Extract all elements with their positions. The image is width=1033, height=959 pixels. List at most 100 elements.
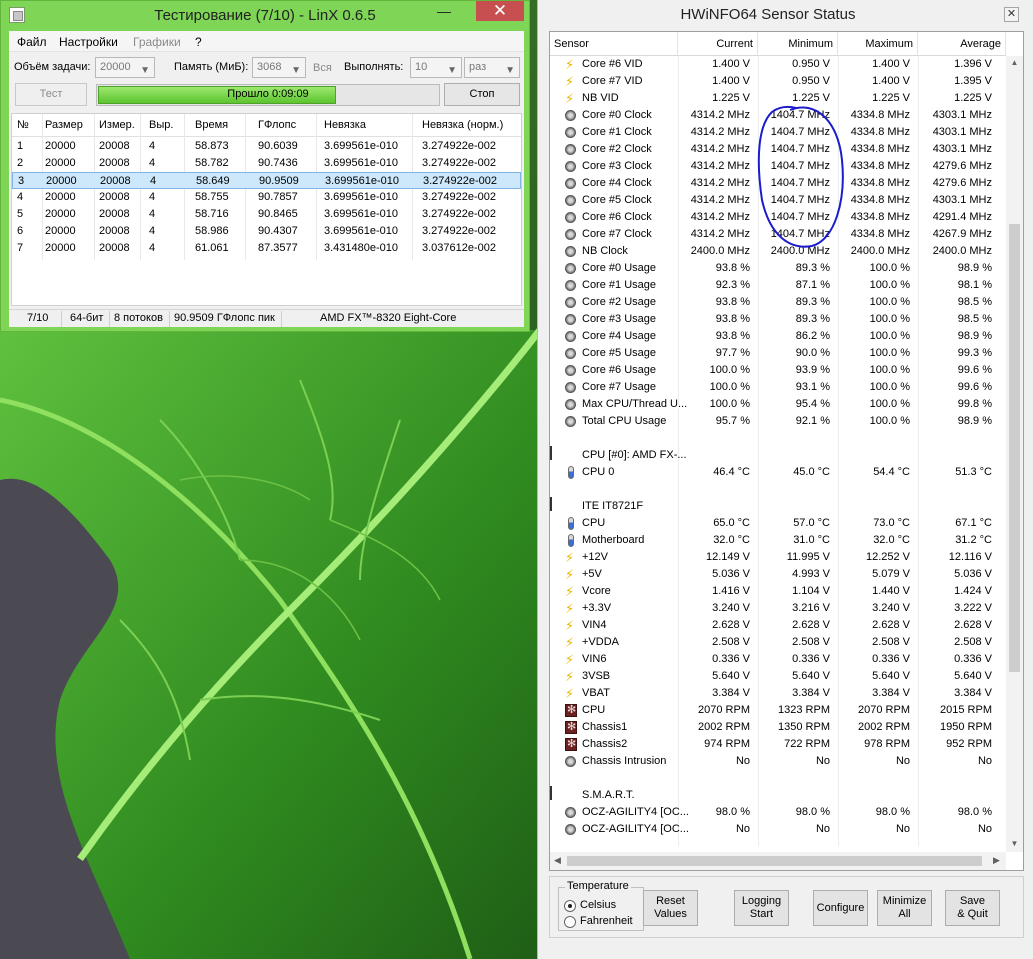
value-average: 2015 RPM xyxy=(940,704,992,716)
sensor-row[interactable]: Core #5 Usage 97.7 % 90.0 % 100.0 % 99.3 % xyxy=(550,345,1006,362)
table-row[interactable]: 3 20000 20008 4 58.649 90.9509 3.699561e-010 3.… xyxy=(12,172,521,189)
close-button[interactable]: ✕ xyxy=(476,1,524,21)
sensor-row[interactable]: CPU 0 46.4 °C 45.0 °C 54.4 °C 51.3 °C xyxy=(550,464,1006,481)
sensor-row[interactable]: Chassis1 2002 RPM 1350 RPM 2002 RPM 1950 RPM xyxy=(550,719,1006,736)
sensor-row[interactable]: Core #3 Usage 93.8 % 89.3 % 100.0 % 98.5 % xyxy=(550,311,1006,328)
scroll-down-icon[interactable]: ▼ xyxy=(1006,839,1023,848)
reset-values-button[interactable]: Reset Values xyxy=(643,890,698,926)
column-header[interactable]: Время xyxy=(195,119,228,131)
configure-button[interactable]: Configure xyxy=(813,890,868,926)
scroll-left-icon[interactable]: ◀ xyxy=(554,855,561,866)
sensor-row[interactable]: ⚡ +5V 5.036 V 4.993 V 5.079 V 5.036 V xyxy=(550,566,1006,583)
sensor-row[interactable]: Core #4 Clock 4314.2 MHz 1404.7 MHz 4334.8 … xyxy=(550,175,1006,192)
column-header[interactable]: ГФлопс xyxy=(258,119,296,131)
fahrenheit-label[interactable]: Fahrenheit xyxy=(580,915,633,927)
column-header[interactable]: Maximum xyxy=(838,32,918,56)
column-header[interactable]: Невязка (норм.) xyxy=(422,119,503,131)
celsius-radio[interactable] xyxy=(564,900,576,912)
task-size-select[interactable]: 20000 ▼ xyxy=(95,57,155,78)
menu-settings[interactable]: Настройки xyxy=(59,35,118,49)
sensor-row[interactable]: Max CPU/Thread U... 100.0 % 95.4 % 100.0 % 9… xyxy=(550,396,1006,413)
column-header[interactable]: Average xyxy=(918,32,1006,56)
table-row[interactable]: 1 20000 20008 4 58.873 90.6039 3.699561e-010 3.… xyxy=(12,138,521,155)
value-maximum: 2.508 V xyxy=(872,636,910,648)
run-unit-select[interactable]: раз ▼ xyxy=(464,57,520,78)
sensor-row[interactable]: ⚡ +12V 12.149 V 11.995 V 12.252 V 12.116 V xyxy=(550,549,1006,566)
column-header[interactable]: Измер. xyxy=(99,119,135,131)
sensor-row[interactable]: ⚡ +3.3V 3.240 V 3.216 V 3.240 V 3.222 V xyxy=(550,600,1006,617)
celsius-label[interactable]: Celsius xyxy=(580,899,616,911)
column-header[interactable]: Minimum xyxy=(758,32,838,56)
chevron-down-icon: ▼ xyxy=(291,65,301,76)
sensor-row[interactable]: ⚡ Core #6 VID 1.400 V 0.950 V 1.400 V 1.396 V xyxy=(550,56,1006,73)
logging-start-button[interactable]: Logging Start xyxy=(734,890,789,926)
sensor-row[interactable]: Motherboard 32.0 °C 31.0 °C 32.0 °C 31.2 °C xyxy=(550,532,1006,549)
scrollbar-thumb[interactable] xyxy=(1009,224,1020,672)
sensor-row[interactable]: Core #4 Usage 93.8 % 86.2 % 100.0 % 98.9 % xyxy=(550,328,1006,345)
value-current: 93.8 % xyxy=(715,296,750,308)
sensor-row[interactable]: Core #1 Clock 4314.2 MHz 1404.7 MHz 4334.8 … xyxy=(550,124,1006,141)
sensor-row[interactable]: Total CPU Usage 95.7 % 92.1 % 100.0 % 98.9 % xyxy=(550,413,1006,430)
sensor-row[interactable]: ⚡ Core #7 VID 1.400 V 0.950 V 1.400 V 1.395 V xyxy=(550,73,1006,90)
minimize-button[interactable]: — xyxy=(431,1,457,21)
sensor-row[interactable]: ⚡ +VDDA 2.508 V 2.508 V 2.508 V 2.508 V xyxy=(550,634,1006,651)
test-button[interactable]: Тест xyxy=(15,83,87,106)
column-header[interactable]: Current xyxy=(678,32,758,56)
close-button[interactable]: ✕ xyxy=(1004,7,1019,22)
menu-graphs[interactable]: Графики xyxy=(133,35,181,49)
all-memory-option[interactable]: Вся xyxy=(313,62,332,74)
sensor-group-row[interactable]: CPU [#0]: AMD FX-... xyxy=(550,446,1006,464)
column-header[interactable]: Невязка xyxy=(324,119,366,131)
sensor-row[interactable]: ⚡ 3VSB 5.640 V 5.640 V 5.640 V 5.640 V xyxy=(550,668,1006,685)
column-header[interactable]: Выр. xyxy=(149,119,173,131)
sensor-row[interactable]: Core #0 Usage 93.8 % 89.3 % 100.0 % 98.9 % xyxy=(550,260,1006,277)
table-row[interactable]: 6 20000 20008 4 58.986 90.4307 3.699561e-010 3.… xyxy=(12,223,521,240)
sensor-row[interactable]: Core #7 Clock 4314.2 MHz 1404.7 MHz 4334.8 … xyxy=(550,226,1006,243)
menu-file[interactable]: Файл xyxy=(17,35,47,49)
value-average: 98.9 % xyxy=(957,415,992,427)
sensor-group-row[interactable]: ITE IT8721F xyxy=(550,497,1006,515)
sensor-row[interactable]: Core #6 Usage 100.0 % 93.9 % 100.0 % 99.6 % xyxy=(550,362,1006,379)
sensor-row[interactable]: OCZ-AGILITY4 [OC... 98.0 % 98.0 % 98.0 % 98.… xyxy=(550,804,1006,821)
sensor-row[interactable]: ⚡ NB VID 1.225 V 1.225 V 1.225 V 1.225 V xyxy=(550,90,1006,107)
minimize-all-button[interactable]: Minimize All xyxy=(877,890,932,926)
sensor-row[interactable]: NB Clock 2400.0 MHz 2400.0 MHz 2400.0 MHz 24… xyxy=(550,243,1006,260)
sensor-row[interactable]: Core #2 Usage 93.8 % 89.3 % 100.0 % 98.5 % xyxy=(550,294,1006,311)
scroll-right-icon[interactable]: ▶ xyxy=(993,855,1000,866)
fahrenheit-radio[interactable] xyxy=(564,916,576,928)
table-row[interactable]: 5 20000 20008 4 58.716 90.8465 3.699561e-010 3.… xyxy=(12,206,521,223)
menu-help[interactable]: ? xyxy=(195,35,202,49)
sensor-row[interactable]: Core #6 Clock 4314.2 MHz 1404.7 MHz 4334.8 … xyxy=(550,209,1006,226)
sensor-row[interactable]: ⚡ Vcore 1.416 V 1.104 V 1.440 V 1.424 V xyxy=(550,583,1006,600)
vertical-scrollbar[interactable]: ▲ ▼ xyxy=(1006,56,1023,852)
scrollbar-thumb[interactable] xyxy=(567,856,982,866)
column-header[interactable]: Sensor xyxy=(550,32,678,56)
memory-select[interactable]: 3068 ▼ xyxy=(252,57,306,78)
sensor-row[interactable]: Core #7 Usage 100.0 % 93.1 % 100.0 % 99.6 % xyxy=(550,379,1006,396)
column-header[interactable]: Размер xyxy=(45,119,83,131)
sensor-row[interactable]: Core #2 Clock 4314.2 MHz 1404.7 MHz 4334.8 … xyxy=(550,141,1006,158)
scroll-up-icon[interactable]: ▲ xyxy=(1006,58,1023,67)
sensor-row[interactable]: ⚡ VBAT 3.384 V 3.384 V 3.384 V 3.384 V xyxy=(550,685,1006,702)
sensor-row[interactable]: OCZ-AGILITY4 [OC... No No No No xyxy=(550,821,1006,838)
sensor-row[interactable]: Core #0 Clock 4314.2 MHz 1404.7 MHz 4334.8 … xyxy=(550,107,1006,124)
column-header[interactable]: № xyxy=(17,119,29,131)
sensor-row[interactable]: Core #3 Clock 4314.2 MHz 1404.7 MHz 4334.8 … xyxy=(550,158,1006,175)
sensor-row[interactable]: CPU 2070 RPM 1323 RPM 2070 RPM 2015 RPM xyxy=(550,702,1006,719)
table-row[interactable]: 4 20000 20008 4 58.755 90.7857 3.699561e-010 3.… xyxy=(12,189,521,206)
sensor-row[interactable]: ⚡ VIN4 2.628 V 2.628 V 2.628 V 2.628 V xyxy=(550,617,1006,634)
stop-button[interactable]: Стоп xyxy=(444,83,520,106)
linx-titlebar[interactable]: Тестирование (7/10) - LinX 0.6.5 — ✕ xyxy=(1,1,529,31)
sensor-row[interactable]: Chassis Intrusion No No No No xyxy=(550,753,1006,770)
sensor-group-row[interactable]: S.M.A.R.T. xyxy=(550,786,1006,804)
table-row[interactable]: 2 20000 20008 4 58.782 90.7436 3.699561e-010 3.… xyxy=(12,155,521,172)
sensor-row[interactable]: Chassis2 974 RPM 722 RPM 978 RPM 952 RPM xyxy=(550,736,1006,753)
table-row[interactable]: 7 20000 20008 4 61.061 87.3577 3.431480e-010 3.… xyxy=(12,240,521,257)
sensor-row[interactable]: Core #5 Clock 4314.2 MHz 1404.7 MHz 4334.8 … xyxy=(550,192,1006,209)
sensor-row[interactable]: Core #1 Usage 92.3 % 87.1 % 100.0 % 98.1 % xyxy=(550,277,1006,294)
save-quit-button[interactable]: Save & Quit xyxy=(945,890,1000,926)
horizontal-scrollbar[interactable]: ◀ ▶ xyxy=(550,852,1006,870)
sensor-row[interactable]: CPU 65.0 °C 57.0 °C 73.0 °C 67.1 °C xyxy=(550,515,1006,532)
run-count-select[interactable]: 10 ▼ xyxy=(410,57,462,78)
sensor-row[interactable]: ⚡ VIN6 0.336 V 0.336 V 0.336 V 0.336 V xyxy=(550,651,1006,668)
